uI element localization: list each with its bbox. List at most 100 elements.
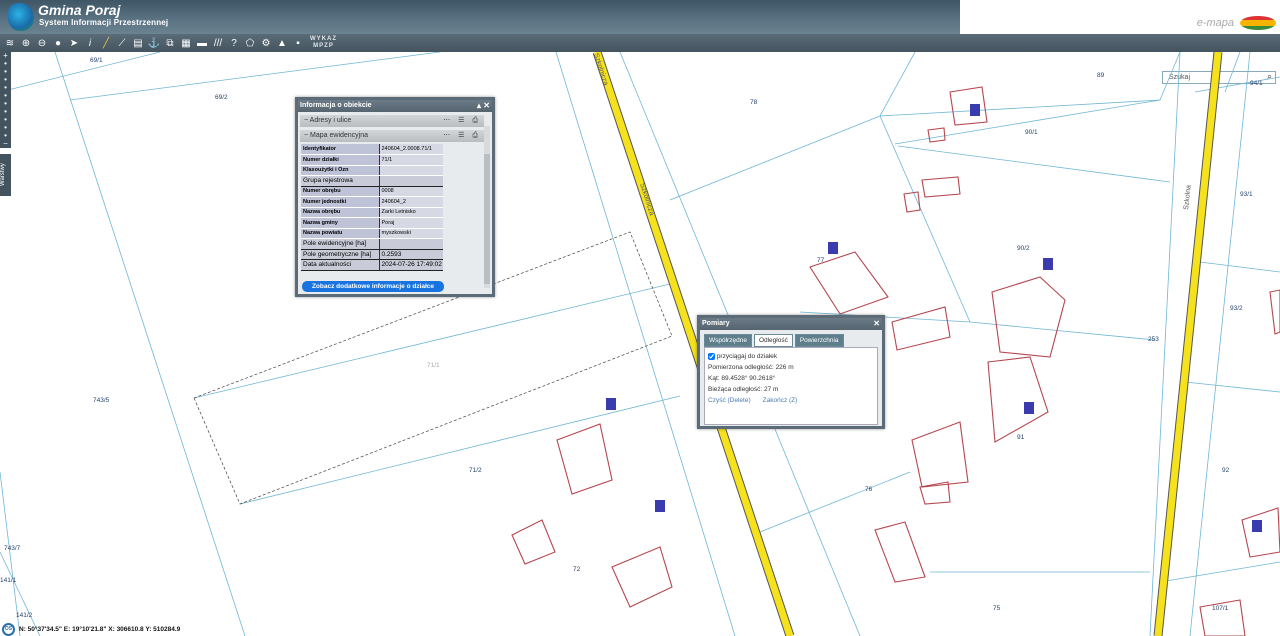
parcel-label: 141/2: [16, 612, 33, 619]
attribute-value: 0008: [379, 186, 443, 197]
parcel-attributes-table: Identyfikator 240604_2.0008.71/1 Numer dzi…: [301, 144, 443, 271]
layers-icon[interactable]: ≋: [2, 35, 18, 51]
attribute-row: Numer jednostki 240604_2: [301, 196, 443, 208]
brand-name: e-mapa: [1196, 17, 1234, 29]
parcel-label: 69/1: [90, 57, 103, 64]
parcel-label: 90/1: [1025, 129, 1038, 136]
attribute-name: Data aktualności: [301, 259, 380, 271]
attribute-name: Pole ewidencyjne [ha]: [301, 238, 380, 250]
info-icon[interactable]: i: [82, 35, 98, 51]
attribute-name: Identyfikator: [301, 144, 380, 155]
brand-logo: [1240, 16, 1276, 30]
attribute-name: Nazwa powiatu: [301, 228, 380, 239]
layers-tab[interactable]: Warstwy: [0, 154, 11, 196]
panel-titlebar[interactable]: Pomiary ✕: [700, 318, 882, 330]
warning-icon[interactable]: ▲: [274, 35, 290, 51]
brand-area: e-mapa: [960, 0, 1280, 34]
attribute-row: Identyfikator 240604_2.0008.71/1: [301, 144, 443, 155]
polygon-icon[interactable]: ⬠: [242, 35, 258, 51]
panel-titlebar[interactable]: Informacja o obiekcie ▴ ✕: [298, 100, 492, 112]
section-addresses[interactable]: − Adresy i ulice ⋯ ☰ ⎙: [300, 115, 484, 127]
attribute-value: [379, 175, 443, 187]
layout-icon[interactable]: ▦: [178, 35, 194, 51]
attribute-name: Nazwa obrębu: [301, 207, 380, 218]
wykaz-label: WYKAZ: [310, 36, 337, 42]
parcel-label: 89: [1097, 72, 1105, 79]
attribute-value: 71/1: [379, 154, 443, 166]
section-tools-icon[interactable]: ⋯ ☰ ⎙: [443, 130, 481, 142]
attribute-row: Numer obrębu 0008: [301, 186, 443, 197]
select-arrow-icon[interactable]: ➤: [66, 35, 82, 51]
attribute-value: 2024-07-26 17:49:02: [379, 259, 443, 271]
close-icon[interactable]: ✕: [873, 318, 880, 329]
help-icon[interactable]: ?: [226, 35, 242, 51]
attribute-name: Numer jednostki: [301, 196, 380, 208]
finish-link[interactable]: Zakończ (Z): [763, 397, 798, 404]
message-icon[interactable]: ▬: [194, 35, 210, 51]
attribute-value: [379, 238, 443, 250]
parcel-label: 91: [1017, 434, 1025, 441]
measured-distance: Pomierzona odległość: 226 m: [708, 364, 794, 371]
app-title: Gmina Poraj: [38, 2, 121, 18]
attribute-name: Grupa rejestrowa: [301, 175, 380, 187]
map-canvas[interactable]: 69/1 69/2 78 89 94/1 90/1 93/1 77 90/2 9…: [0, 52, 1280, 636]
more-parcel-info-button[interactable]: Zobacz dodatkowe informacje o działce: [302, 281, 444, 292]
attribute-name: Pole geometryczne [ha]: [301, 249, 380, 260]
section-label: Adresy i ulice: [309, 117, 352, 124]
copy-icon[interactable]: ⧉: [162, 35, 178, 51]
parcel-label: 72: [573, 566, 581, 573]
zoom-slider[interactable]: + • • • • • • • • • • −: [0, 52, 11, 148]
hatch-icon[interactable]: ///: [210, 35, 226, 51]
scrollbar[interactable]: [484, 126, 490, 288]
zoom-out-icon[interactable]: ⊖: [34, 35, 50, 51]
measure-icon[interactable]: ⟋: [114, 35, 130, 51]
parcel-label: 69/2: [215, 94, 228, 101]
mpzp-label: MPZP: [313, 43, 334, 49]
zoom-in-icon[interactable]: ⊕: [18, 35, 34, 51]
parcel-label: 253: [1148, 336, 1159, 343]
status-bar: OS N: 50°37'34.5" E: 19°10'21.8" X: 3066…: [0, 622, 180, 636]
attribute-name: Numer działki: [301, 154, 380, 166]
parcel-label: 90/2: [1017, 245, 1030, 252]
attribute-value: Poraj: [379, 217, 443, 229]
ruler-icon[interactable]: ╱: [98, 35, 114, 51]
parcel-label: 93/1: [1240, 191, 1253, 198]
tab-distance[interactable]: Odległość: [753, 334, 793, 347]
parcel-label: 92: [1222, 467, 1230, 474]
attribute-row: Nazwa gminy Poraj: [301, 217, 443, 229]
attribute-name: Nazwa gminy: [301, 217, 380, 229]
attribute-row: Grupa rejestrowa: [301, 175, 443, 187]
section-tools-icon[interactable]: ⋯ ☰ ⎙: [443, 115, 481, 127]
wykaz-mpzp-button[interactable]: WYKAZ MPZP: [310, 36, 337, 50]
attribute-value: 0.2593: [379, 249, 443, 260]
section-cadastral-map[interactable]: − Mapa ewidencyjna ⋯ ☰ ⎙: [300, 130, 484, 142]
panel-title: Informacja o obiekcie: [300, 102, 372, 109]
full-extent-icon[interactable]: ●: [50, 35, 66, 51]
settings-icon[interactable]: ⚙: [258, 35, 274, 51]
parcel-label: 743/7: [4, 545, 21, 552]
attribute-name: Numer obrębu: [301, 186, 380, 197]
minimize-close-icons[interactable]: ▴ ✕: [477, 100, 490, 111]
current-distance: Bieżąca odległość: 27 m: [708, 386, 779, 393]
parcel-label: 71/2: [469, 467, 482, 474]
snap-checkbox[interactable]: przyciągaj do działek: [708, 352, 777, 360]
tab-coordinates[interactable]: Współrzędne: [704, 334, 752, 347]
parcel-label: 78: [750, 99, 758, 106]
os-button[interactable]: OS: [2, 622, 15, 636]
attribute-value: myszkowski: [379, 228, 443, 239]
panel-title: Pomiary: [702, 320, 730, 327]
app-subtitle: System Informacji Przestrzennej: [39, 18, 169, 27]
attribute-row: Data aktualności 2024-07-26 17:49:02: [301, 259, 443, 271]
anchor-icon[interactable]: ⚓: [146, 35, 162, 51]
clear-link[interactable]: Czyść (Delete): [708, 397, 751, 404]
parcel-label: 75: [993, 605, 1001, 612]
attribute-value: Zarki Letnisko: [379, 207, 443, 218]
parcel-label: 93/2: [1230, 305, 1243, 312]
share-icon[interactable]: ▪: [290, 35, 306, 51]
app-header: Gmina Poraj System Informacji Przestrzen…: [0, 0, 960, 34]
attribute-row: Nazwa obrębu Zarki Letnisko: [301, 207, 443, 218]
tab-area[interactable]: Powierzchnia: [794, 334, 844, 347]
attribute-value: [379, 165, 443, 176]
object-info-panel: Informacja o obiekcie ▴ ✕ − Adresy i ulic…: [295, 97, 495, 297]
print-icon[interactable]: ▤: [130, 35, 146, 51]
